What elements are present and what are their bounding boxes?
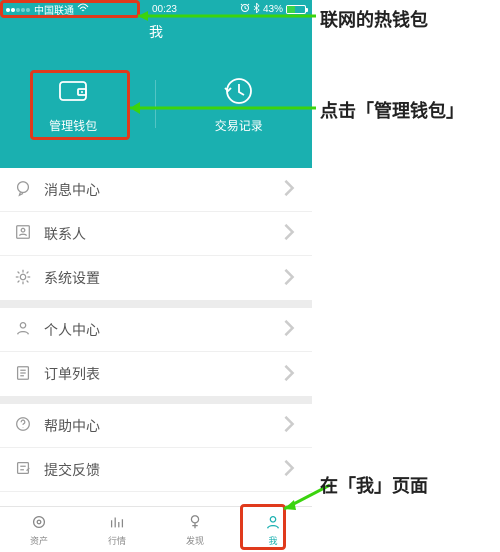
row-label: 联系人 [44,224,86,244]
tab-label: 我 [268,534,277,547]
row-label: 个人中心 [44,320,100,340]
menu-section-1: 消息中心 联系人 系统设置 [0,168,312,300]
chevron-right-icon [280,179,298,200]
chevron-right-icon [280,319,298,340]
row-label: 消息中心 [44,180,100,200]
clock: 00:23 [152,4,177,15]
action-label: 管理钱包 [49,117,97,134]
alarm-icon [240,3,250,16]
chart-icon [108,513,126,533]
manage-wallet-button[interactable]: 管理钱包 [33,66,113,142]
phone-frame: 中国联通 00:23 43% 我 管理钱包 [0,0,312,552]
row-label: 帮助中心 [44,416,100,436]
tab-market[interactable]: 行情 [78,507,156,552]
battery-icon [286,5,306,14]
battery-pct: 43% [263,4,283,15]
page-title: 我 [0,18,312,42]
wifi-icon [77,3,89,16]
tab-label: 发现 [186,534,204,547]
tab-me[interactable]: 我 [234,507,312,552]
menu-section-2: 个人中心 订单列表 [0,300,312,396]
signal-dots-icon [6,4,31,15]
header: 我 管理钱包 交易记录 [0,18,312,168]
menu-help[interactable]: 帮助中心 [0,404,312,448]
user-icon [14,319,32,340]
discover-icon [186,513,204,533]
user-icon [264,513,282,533]
menu-settings[interactable]: 系统设置 [0,256,312,300]
menu-contacts[interactable]: 联系人 [0,212,312,256]
menu-feedback[interactable]: 提交反馈 [0,448,312,492]
help-icon [14,415,32,436]
assets-icon [30,513,48,533]
chevron-right-icon [280,268,298,289]
annotation-text: 点击「管理钱包」 [320,100,490,123]
gear-icon [14,268,32,289]
list-icon [14,364,32,385]
tab-label: 行情 [108,534,126,547]
transaction-history-button[interactable]: 交易记录 [199,66,279,142]
menu-profile[interactable]: 个人中心 [0,308,312,352]
chevron-right-icon [280,459,298,480]
tab-label: 资产 [30,534,48,547]
tab-bar: 资产 行情 发现 我 [0,506,312,552]
wallet-icon [56,74,90,111]
status-bar: 中国联通 00:23 43% [0,0,312,18]
message-icon [14,179,32,200]
row-label: 订单列表 [44,364,100,384]
row-label: 系统设置 [44,268,100,288]
tab-discover[interactable]: 发现 [156,507,234,552]
chevron-right-icon [280,223,298,244]
history-icon [222,74,256,111]
action-label: 交易记录 [215,117,263,134]
bluetooth-icon [253,3,260,16]
annotation-text: 在「我」页面 [320,472,428,498]
feedback-icon [14,459,32,480]
chevron-right-icon [280,364,298,385]
chevron-right-icon [280,415,298,436]
contacts-icon [14,223,32,244]
tab-assets[interactable]: 资产 [0,507,78,552]
menu-orders[interactable]: 订单列表 [0,352,312,396]
row-label: 提交反馈 [44,460,100,480]
divider [155,80,156,128]
carrier-label: 中国联通 [34,2,74,17]
menu-messages[interactable]: 消息中心 [0,168,312,212]
annotation-text: 联网的热钱包 [320,6,428,32]
